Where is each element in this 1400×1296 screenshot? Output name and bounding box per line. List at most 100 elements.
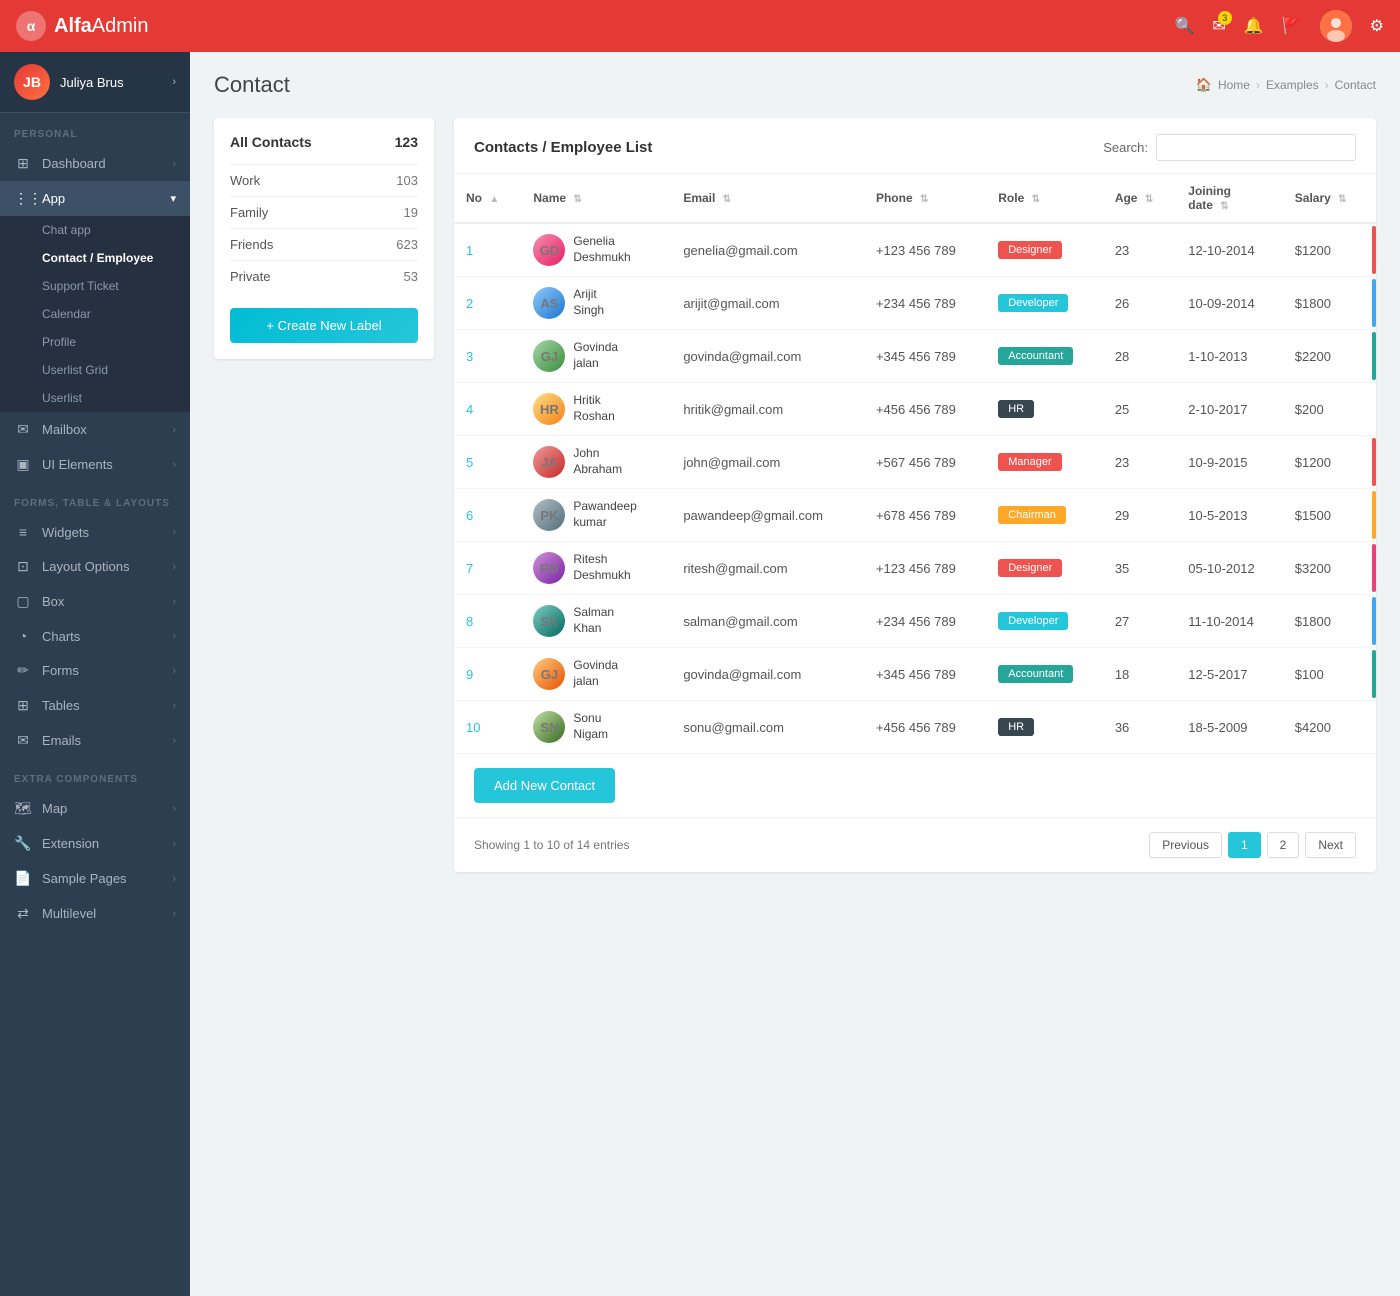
cell-role: Accountant <box>986 330 1103 383</box>
cell-phone: +456 456 789 <box>864 701 986 754</box>
mail-icon[interactable]: ✉ 3 <box>1212 16 1225 36</box>
add-new-contact-button[interactable]: Add New Contact <box>474 768 615 803</box>
contacts-panel-title: All Contacts <box>230 134 312 150</box>
table-row[interactable]: 6 PK Pawandeepkumar pawandeep@gmail.com … <box>454 489 1376 542</box>
sidebar-user[interactable]: JB Juliya Brus › <box>0 52 190 113</box>
col-header-no[interactable]: No ▲ <box>454 174 521 223</box>
pagination-next[interactable]: Next <box>1305 832 1356 858</box>
contacts-label-family[interactable]: Family 19 <box>230 196 418 228</box>
layout-icon: ⊡ <box>14 558 32 575</box>
col-header-phone[interactable]: Phone ⇅ <box>864 174 986 223</box>
breadcrumb-current: Contact <box>1335 78 1376 92</box>
flag-icon[interactable]: 🚩 <box>1282 16 1302 36</box>
sidebar-item-label: Forms <box>42 663 162 678</box>
breadcrumb-examples[interactable]: Examples <box>1266 78 1319 92</box>
table-row[interactable]: 4 HR HritikRoshan hritik@gmail.com +456 … <box>454 383 1376 436</box>
cell-age: 25 <box>1103 383 1176 436</box>
sidebar-subitem-contact[interactable]: Contact / Employee <box>0 244 190 272</box>
sidebar-item-label: Mailbox <box>42 422 162 437</box>
cell-no: 4 <box>454 383 521 436</box>
sidebar-subitem-userlist-grid[interactable]: Userlist Grid <box>0 356 190 384</box>
sidebar-item-tables[interactable]: ⊞ Tables › <box>0 688 190 723</box>
chevron-right-icon: › <box>172 803 176 815</box>
col-header-salary[interactable]: Salary ⇅ <box>1283 174 1372 223</box>
search-input[interactable] <box>1156 134 1356 161</box>
sidebar-subitem-chatapp[interactable]: Chat app <box>0 216 190 244</box>
contacts-table: No ▲ Name ⇅ Email ⇅ Phone ⇅ Role ⇅ Age ⇅… <box>454 174 1376 754</box>
sidebar-item-ui-elements[interactable]: ▣ UI Elements › <box>0 447 190 482</box>
sidebar-item-label: Emails <box>42 733 162 748</box>
cell-no: 5 <box>454 436 521 489</box>
breadcrumb-home[interactable]: Home <box>1218 78 1250 92</box>
sidebar-item-layout-options[interactable]: ⊡ Layout Options › <box>0 549 190 584</box>
table-row[interactable]: 9 GJ Govindajalan govinda@gmail.com +345… <box>454 648 1376 701</box>
settings-icon[interactable]: ⚙ <box>1370 16 1384 36</box>
sidebar-item-widgets[interactable]: ≡ Widgets › <box>0 515 190 549</box>
sidebar-item-mailbox[interactable]: ✉ Mailbox › <box>0 412 190 447</box>
notifications-icon[interactable]: 🔔 <box>1244 16 1264 36</box>
emails-icon: ✉ <box>14 732 32 749</box>
col-header-name[interactable]: Name ⇅ <box>521 174 671 223</box>
cell-role: Manager <box>986 436 1103 489</box>
contacts-label-private[interactable]: Private 53 <box>230 260 418 292</box>
chevron-right-icon: › <box>172 700 176 712</box>
sidebar-item-label: Dashboard <box>42 156 162 171</box>
col-header-email[interactable]: Email ⇅ <box>671 174 864 223</box>
sidebar-item-sample-pages[interactable]: 📄 Sample Pages › <box>0 861 190 896</box>
sidebar-subitem-profile[interactable]: Profile <box>0 328 190 356</box>
cell-email: salman@gmail.com <box>671 595 864 648</box>
create-label-button[interactable]: + Create New Label <box>230 308 418 343</box>
showing-entries-text: Showing 1 to 10 of 14 entries <box>474 838 629 852</box>
cell-phone: +678 456 789 <box>864 489 986 542</box>
user-avatar[interactable] <box>1320 10 1352 42</box>
cell-indicator <box>1372 223 1376 277</box>
pagination-page-1[interactable]: 1 <box>1228 832 1261 858</box>
sidebar-item-charts[interactable]: ◔ Charts › <box>0 619 190 653</box>
sidebar-subitem-userlist[interactable]: Userlist <box>0 384 190 412</box>
col-header-role[interactable]: Role ⇅ <box>986 174 1103 223</box>
sidebar-item-multilevel[interactable]: ⇄ Multilevel › <box>0 896 190 931</box>
cell-role: Developer <box>986 277 1103 330</box>
table-row[interactable]: 7 RD RiteshDeshmukh ritesh@gmail.com +12… <box>454 542 1376 595</box>
cell-age: 27 <box>1103 595 1176 648</box>
contacts-label-friends[interactable]: Friends 623 <box>230 228 418 260</box>
sidebar-item-map[interactable]: 🗺 Map › <box>0 791 190 826</box>
cell-email: sonu@gmail.com <box>671 701 864 754</box>
role-badge: Manager <box>998 453 1061 471</box>
sidebar-item-box[interactable]: ▢ Box › <box>0 584 190 619</box>
cell-joining: 10-5-2013 <box>1176 489 1283 542</box>
contacts-total: 123 <box>395 134 418 150</box>
table-row[interactable]: 2 AS ArijitSingh arijit@gmail.com +234 4… <box>454 277 1376 330</box>
table-row[interactable]: 10 SN SonuNigam sonu@gmail.com +456 456 … <box>454 701 1376 754</box>
sidebar-subitem-calendar[interactable]: Calendar <box>0 300 190 328</box>
sidebar-item-emails[interactable]: ✉ Emails › <box>0 723 190 758</box>
cell-joining: 12-5-2017 <box>1176 648 1283 701</box>
cell-joining: 18-5-2009 <box>1176 701 1283 754</box>
sidebar-subitem-support[interactable]: Support Ticket <box>0 272 190 300</box>
col-header-age[interactable]: Age ⇅ <box>1103 174 1176 223</box>
table-row[interactable]: 8 SK SalmanKhan salman@gmail.com +234 45… <box>454 595 1376 648</box>
table-row[interactable]: 3 GJ Govindajalan govinda@gmail.com +345… <box>454 330 1376 383</box>
label-name: Friends <box>230 237 273 252</box>
contacts-label-work[interactable]: Work 103 <box>230 164 418 196</box>
table-row[interactable]: 1 GD GeneliaDeshmukh genelia@gmail.com +… <box>454 223 1376 277</box>
sidebar-item-forms[interactable]: ✏ Forms › <box>0 653 190 688</box>
cell-no: 2 <box>454 277 521 330</box>
content-grid: All Contacts 123 Work 103 Family 19 Frie… <box>214 118 1376 872</box>
sidebar-item-dashboard[interactable]: ⊞ Dashboard › <box>0 146 190 181</box>
sidebar-item-label: Extension <box>42 836 162 851</box>
sidebar-item-app[interactable]: ⋮⋮ App ▾ <box>0 181 190 216</box>
home-icon: 🏠 <box>1196 77 1212 93</box>
widgets-icon: ≡ <box>14 524 32 540</box>
pagination-prev[interactable]: Previous <box>1149 832 1222 858</box>
brand-logo[interactable]: α AlfaAdmin <box>16 11 176 41</box>
table-row[interactable]: 5 JA JohnAbraham john@gmail.com +567 456… <box>454 436 1376 489</box>
cell-indicator <box>1372 277 1376 330</box>
search-label: Search: <box>1103 140 1148 155</box>
pagination-page-2[interactable]: 2 <box>1267 832 1300 858</box>
search-icon[interactable]: 🔍 <box>1174 16 1194 36</box>
sidebar-item-label: Widgets <box>42 525 162 540</box>
col-header-joining[interactable]: Joiningdate ⇅ <box>1176 174 1283 223</box>
extra-section-label: EXTRA COMPONENTS <box>0 758 190 791</box>
sidebar-item-extension[interactable]: 🔧 Extension › <box>0 826 190 861</box>
